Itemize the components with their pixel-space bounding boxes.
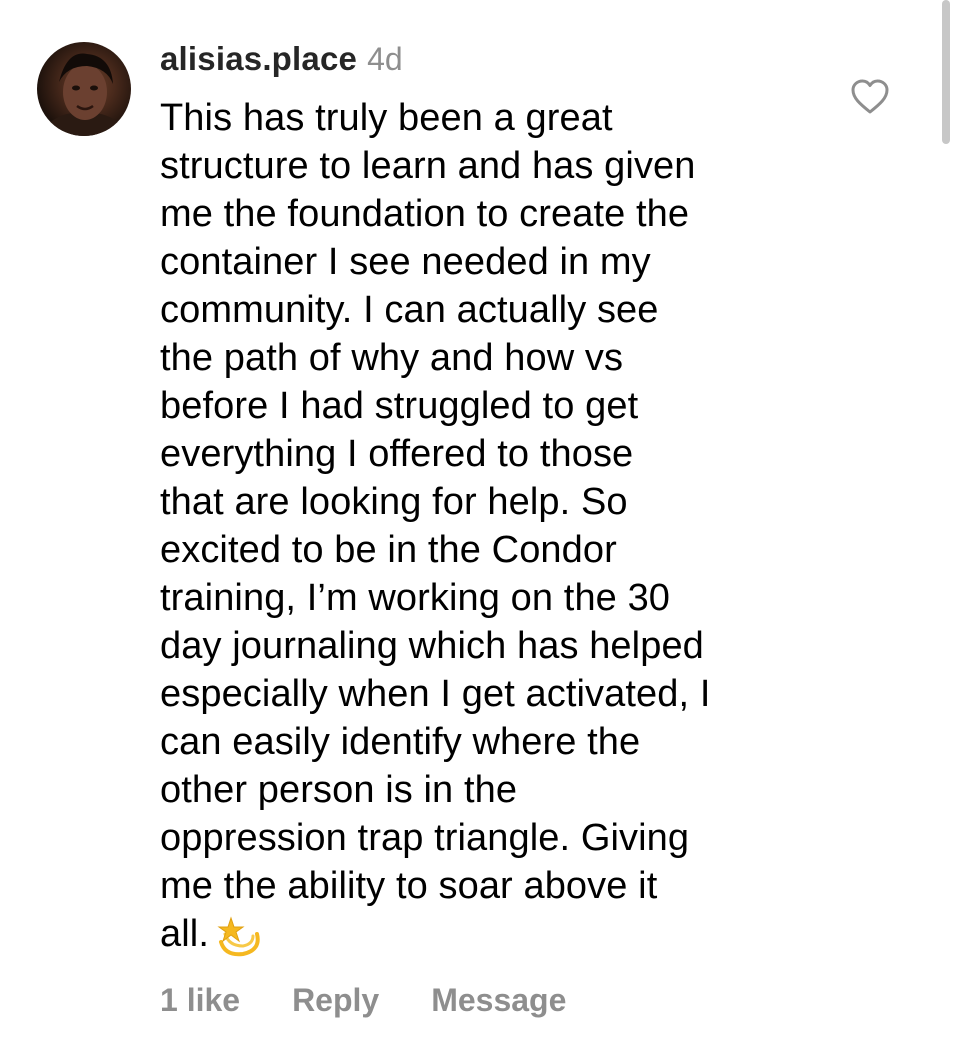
comment-header: alisias.place 4d [160, 40, 403, 80]
reply-button[interactable]: Reply [292, 982, 379, 1019]
username-link[interactable]: alisias.place [160, 40, 357, 78]
comment-timestamp: 4d [367, 41, 403, 77]
likes-count-button[interactable]: 1 like [160, 982, 240, 1019]
heart-outline-icon [851, 79, 889, 114]
dizzy-star-emoji-icon [217, 916, 260, 957]
avatar[interactable] [37, 42, 131, 136]
like-button[interactable] [850, 78, 890, 116]
comment-body: This has truly been a great structure to… [160, 94, 800, 960]
avatar-photo-icon [44, 53, 124, 136]
comment-text: This has truly been a great structure to… [160, 97, 711, 955]
scrollbar[interactable] [942, 0, 950, 144]
message-button[interactable]: Message [431, 982, 566, 1019]
comment-actions: 1 like Reply Message [160, 982, 566, 1019]
